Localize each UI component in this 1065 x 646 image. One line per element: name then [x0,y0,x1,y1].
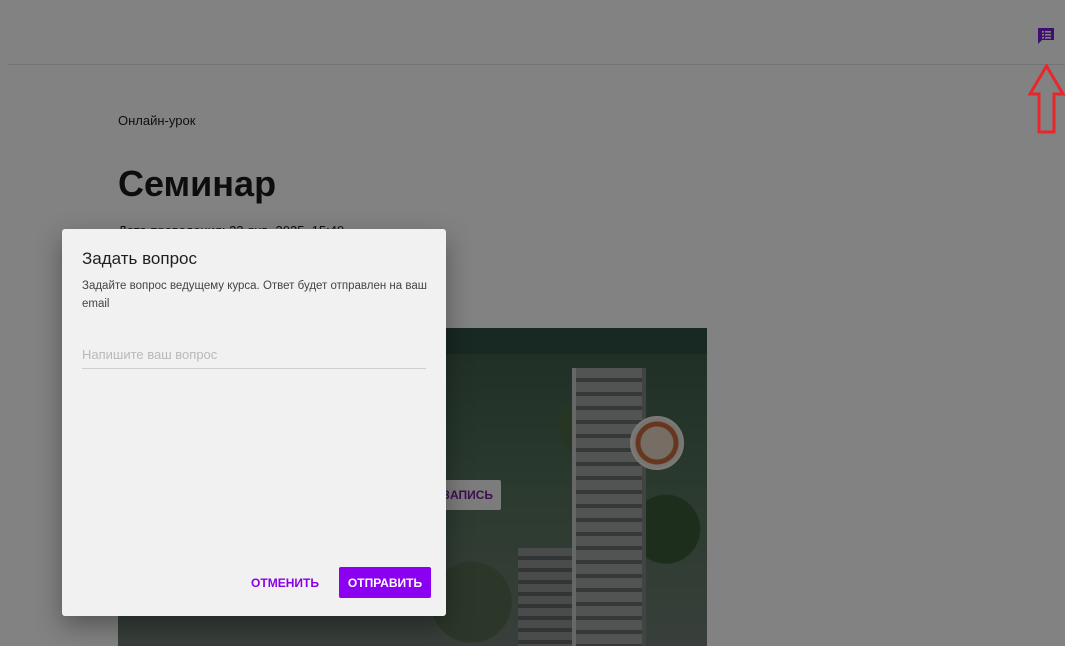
question-input[interactable] [82,340,426,369]
cancel-button[interactable]: ОТМЕНИТЬ [245,568,325,598]
dialog-subtitle: Задайте вопрос ведущему курса. Ответ буд… [82,280,427,310]
ask-question-dialog: Задать вопрос Задайте вопрос ведущему ку… [62,229,446,616]
submit-button[interactable]: ОТПРАВИТЬ [339,567,431,598]
up-arrow-icon [1028,64,1065,134]
dialog-title: Задать вопрос [82,249,197,268]
